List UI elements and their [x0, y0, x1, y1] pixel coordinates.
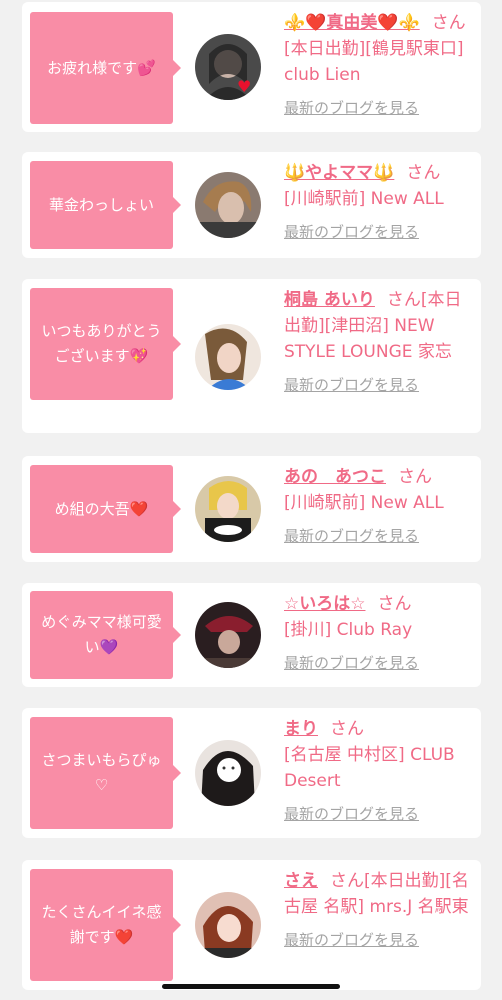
- avatar[interactable]: [195, 892, 261, 958]
- blog-link[interactable]: 最新のブログを見る: [284, 804, 473, 824]
- cast-info: まり さん [名古屋 中村区] CLUB Desert 最新のブログを見る: [284, 716, 473, 824]
- message-bubble: たくさんイイネ感謝です❤️: [30, 869, 181, 981]
- message-text: たくさんイイネ感謝です❤️: [41, 903, 162, 946]
- shop-detail: [掛川] Club Ray: [284, 620, 413, 640]
- honorific: さん: [406, 163, 441, 183]
- cast-info: あの あつこ さん [川崎駅前] New ALL 最新のブログを見る: [284, 464, 473, 546]
- shop-detail: [川崎駅前] New ALL: [284, 189, 444, 209]
- message-bubble: いつもありがとうございます💖: [30, 288, 181, 400]
- cast-info: さえ さん[本日出勤][名古屋 名駅] mrs.J 名駅東 最新のブログを見る: [284, 868, 473, 950]
- honorific: さん: [431, 13, 466, 33]
- list-item: お疲れ様です💕 ♥ ⚜️❤️真由美❤️⚜️ さん [本日出勤][鶴見駅東口] clu…: [22, 2, 481, 132]
- blog-link[interactable]: 最新のブログを見る: [284, 375, 473, 395]
- message-bubble: め組の大吾❤️: [30, 465, 181, 553]
- message-text: め組の大吾❤️: [54, 499, 149, 518]
- message-bubble: さつまいもらぴゅ♡: [30, 717, 181, 829]
- blog-link[interactable]: 最新のブログを見る: [284, 653, 473, 673]
- message-text: お疲れ様です💕: [47, 58, 156, 77]
- avatar[interactable]: [195, 602, 261, 668]
- list-item: さつまいもらぴゅ♡ まり さん [名古屋 中村区] CLUB Desert 最新の…: [22, 708, 481, 838]
- honorific: さん: [330, 871, 364, 891]
- svg-text:♥: ♥: [237, 77, 251, 96]
- list-item: たくさんイイネ感謝です❤️ さえ さん[本日出勤][名古屋 名駅] mrs.J 名…: [22, 860, 481, 990]
- cast-info: ☆いろは☆ さん [掛川] Club Ray 最新のブログを見る: [284, 591, 473, 673]
- cast-info: 桐島 あいり さん[本日出勤][津田沼] NEW STYLE LOUNGE 家忘 …: [284, 287, 473, 395]
- shop-detail: [名古屋 中村区] CLUB Desert: [284, 745, 455, 791]
- message-text: めぐみママ様可愛い💜: [41, 613, 162, 656]
- message-text: 華金わっしょい: [48, 195, 154, 214]
- shop-detail: [川崎駅前] New ALL: [284, 493, 444, 513]
- blog-link[interactable]: 最新のブログを見る: [284, 98, 473, 118]
- cast-name-link[interactable]: 🔱やよママ🔱: [284, 163, 394, 183]
- cast-name-link[interactable]: まり: [284, 719, 318, 739]
- blog-link[interactable]: 最新のブログを見る: [284, 930, 473, 950]
- cast-info: 🔱やよママ🔱 さん [川崎駅前] New ALL 最新のブログを見る: [284, 160, 473, 242]
- avatar[interactable]: [195, 740, 261, 806]
- cast-name-link[interactable]: あの あつこ: [284, 467, 386, 487]
- avatar[interactable]: ♥: [195, 34, 261, 100]
- cast-info: ⚜️❤️真由美❤️⚜️ さん [本日出勤][鶴見駅東口] club Lien 最新の…: [284, 10, 473, 118]
- honorific: さん: [377, 594, 412, 614]
- honorific: さん: [386, 290, 421, 310]
- list-item: め組の大吾❤️ あの あつこ さん [川崎駅前] New ALL 最新のブログを見…: [22, 456, 481, 562]
- cast-name-link[interactable]: さえ: [284, 871, 318, 891]
- message-text: さつまいもらぴゅ♡: [41, 751, 162, 794]
- cast-name-link[interactable]: ⚜️❤️真由美❤️⚜️: [284, 13, 420, 33]
- avatar[interactable]: [195, 476, 261, 542]
- list-item: 華金わっしょい 🔱やよママ🔱 さん [川崎駅前] New ALL 最新のブログを見…: [22, 152, 481, 258]
- list-item: いつもありがとうございます💖 桐島 あいり さん[本日出勤][津田沼] NEW S…: [22, 279, 481, 433]
- blog-link[interactable]: 最新のブログを見る: [284, 222, 473, 242]
- avatar[interactable]: [195, 324, 261, 390]
- honorific: さん: [398, 467, 432, 487]
- home-indicator[interactable]: [162, 984, 340, 989]
- message-text: いつもありがとうございます💖: [41, 322, 162, 365]
- message-bubble: めぐみママ様可愛い💜: [30, 591, 181, 679]
- message-bubble: お疲れ様です💕: [30, 12, 181, 124]
- avatar[interactable]: [195, 172, 261, 238]
- message-bubble: 華金わっしょい: [30, 161, 181, 249]
- honorific: さん: [330, 719, 364, 739]
- blog-link[interactable]: 最新のブログを見る: [284, 526, 473, 546]
- cast-name-link[interactable]: 桐島 あいり: [284, 290, 375, 310]
- cast-name-link[interactable]: ☆いろは☆: [284, 594, 365, 614]
- list-item: めぐみママ様可愛い💜 ☆いろは☆ さん [掛川] Club Ray 最新のブログを…: [22, 583, 481, 687]
- shop-detail: [本日出勤][鶴見駅東口] club Lien: [284, 39, 464, 85]
